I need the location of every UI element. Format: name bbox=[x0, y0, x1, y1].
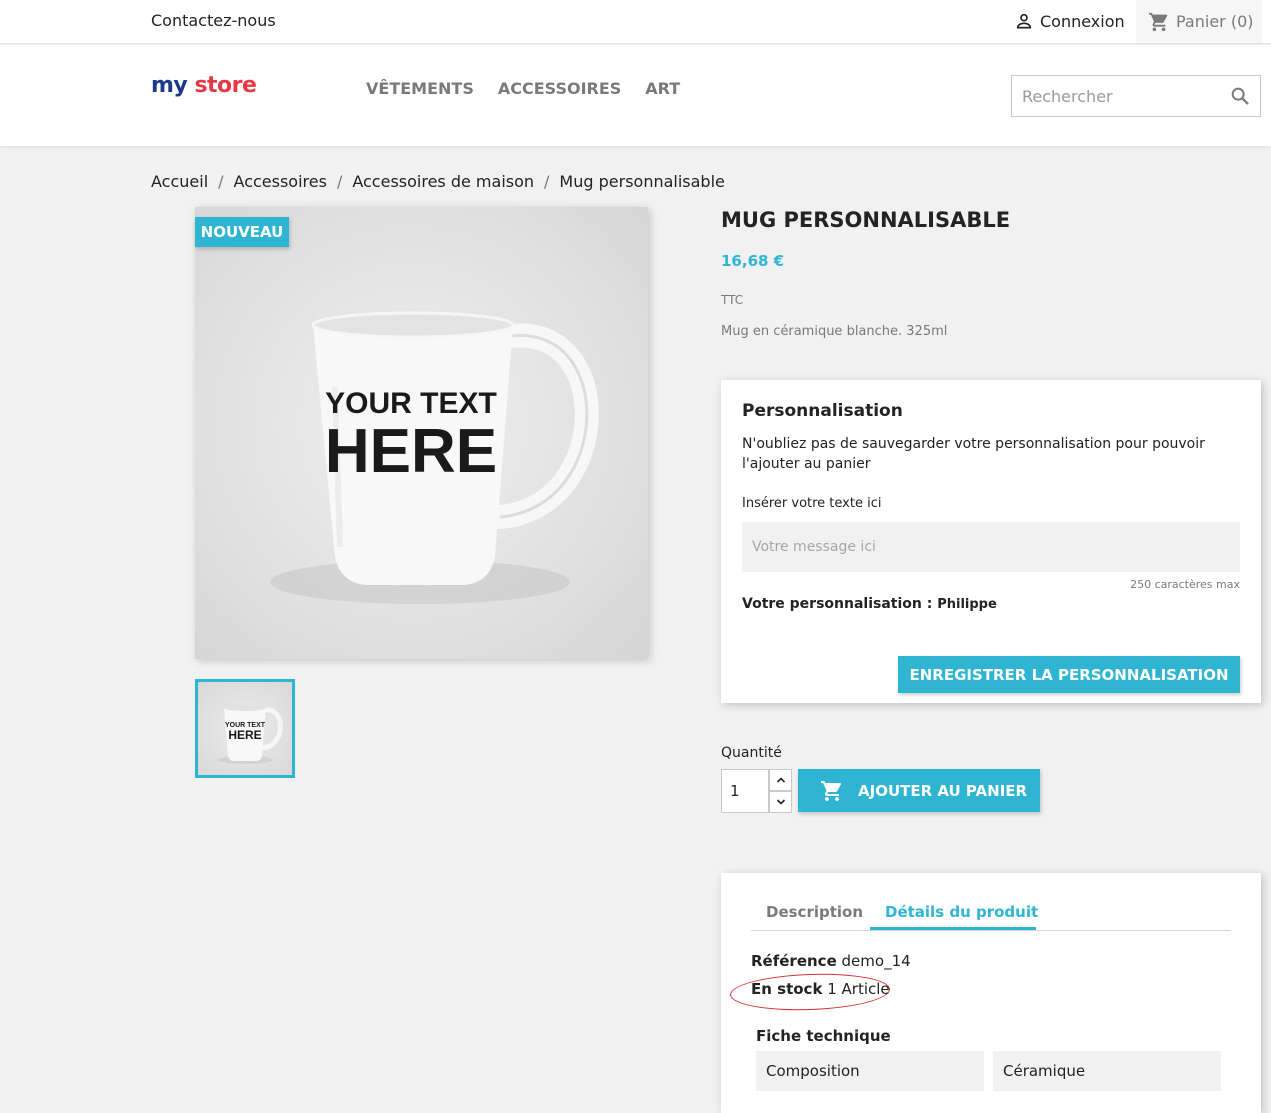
tax-label: TTC bbox=[721, 293, 744, 307]
cart-icon bbox=[821, 780, 841, 801]
customization-title: Personnalisation bbox=[742, 401, 903, 421]
customization-max-chars: 250 caractères max bbox=[1130, 578, 1240, 591]
stock-label: En stock bbox=[751, 980, 823, 998]
breadcrumb-item-accueil[interactable]: Accueil bbox=[151, 172, 208, 191]
search-box bbox=[1011, 75, 1261, 117]
quantity-increment-button[interactable] bbox=[769, 769, 792, 791]
tab-description[interactable]: Description bbox=[766, 903, 863, 921]
product-price: 16,68 € bbox=[721, 252, 785, 270]
customization-text-input[interactable] bbox=[742, 522, 1240, 572]
product-title: MUG PERSONNALISABLE bbox=[721, 208, 1011, 232]
nav-item-accessoires[interactable]: ACCESSOIRES bbox=[498, 79, 621, 98]
customization-card: Personnalisation N'oubliez pas de sauveg… bbox=[721, 380, 1261, 703]
search-input[interactable] bbox=[1012, 76, 1227, 116]
logo-part-store: store bbox=[194, 73, 257, 98]
mug-text-line1: YOUR TEXT bbox=[325, 387, 497, 420]
tab-product-details[interactable]: Détails du produit bbox=[885, 903, 1038, 921]
save-customization-button[interactable]: ENREGISTRER LA PERSONNALISATION bbox=[898, 656, 1240, 693]
quantity-decrement-button[interactable] bbox=[769, 791, 792, 813]
nav-item-art[interactable]: ART bbox=[645, 79, 680, 98]
product-main-image[interactable]: YOUR TEXT HERE bbox=[195, 207, 648, 659]
product-stock: En stock 1 Article bbox=[751, 980, 890, 998]
cart-button[interactable]: Panier (0) bbox=[1136, 0, 1262, 43]
thumb-text-line2: HERE bbox=[228, 728, 261, 742]
customization-saved-value: Philippe bbox=[937, 597, 997, 612]
main-nav: VÊTEMENTS ACCESSOIRES ART bbox=[366, 79, 680, 98]
add-to-cart-button[interactable]: AJOUTER AU PANIER bbox=[798, 769, 1040, 812]
mug-illustration: YOUR TEXT HERE bbox=[270, 311, 599, 604]
contact-link[interactable]: Contactez-nous bbox=[151, 11, 276, 30]
customization-field-label: Insérer votre texte ici bbox=[742, 496, 882, 511]
chevron-up-icon bbox=[776, 777, 785, 783]
quantity-input[interactable] bbox=[721, 769, 769, 813]
login-label: Connexion bbox=[1040, 11, 1125, 31]
product-tabs-card: Description Détails du produit Référence… bbox=[721, 873, 1261, 1113]
active-tab-indicator bbox=[870, 927, 1036, 930]
product-thumbnail[interactable]: YOUR TEXT HERE bbox=[195, 679, 295, 778]
customization-note: N'oubliez pas de sauvegarder votre perso… bbox=[742, 436, 1205, 472]
search-icon[interactable] bbox=[1229, 85, 1251, 107]
datasheet-title: Fiche technique bbox=[756, 1027, 891, 1045]
product-reference: Référence demo_14 bbox=[751, 952, 911, 970]
product-short-description: Mug en céramique blanche. 325ml bbox=[721, 324, 948, 339]
new-badge: NOUVEAU bbox=[195, 217, 289, 247]
nav-item-vetements[interactable]: VÊTEMENTS bbox=[366, 79, 474, 98]
breadcrumb-separator: / bbox=[218, 172, 224, 191]
datasheet-feature-name: Composition bbox=[756, 1051, 984, 1091]
datasheet-feature-value: Céramique bbox=[993, 1051, 1221, 1091]
store-logo[interactable]: my store bbox=[151, 73, 257, 98]
site-header: my store VÊTEMENTS ACCESSOIRES ART bbox=[0, 45, 1271, 146]
reference-label: Référence bbox=[751, 952, 837, 970]
customization-saved: Votre personnalisation : Philippe bbox=[742, 596, 997, 612]
breadcrumb-item-accessoires[interactable]: Accessoires bbox=[234, 172, 327, 191]
top-bar: Contactez-nous Connexion Panier (0) bbox=[0, 0, 1271, 44]
cart-label: Panier (0) bbox=[1176, 12, 1254, 31]
mug-text-line2: HERE bbox=[325, 417, 497, 486]
chevron-down-icon bbox=[776, 799, 785, 805]
reference-value: demo_14 bbox=[841, 952, 911, 970]
mug-thumbnail-illustration: YOUR TEXT HERE bbox=[217, 705, 283, 764]
add-to-cart-label: AJOUTER AU PANIER bbox=[858, 781, 1028, 800]
breadcrumb-separator: / bbox=[336, 172, 343, 191]
stock-value: 1 Article bbox=[827, 980, 890, 998]
customization-saved-label: Votre personnalisation : bbox=[742, 596, 933, 612]
breadcrumb-item-accessoires-maison[interactable]: Accessoires de maison bbox=[352, 172, 534, 191]
logo-part-my: my bbox=[151, 73, 188, 98]
tabs-divider bbox=[751, 930, 1231, 931]
quantity-label: Quantité bbox=[721, 745, 782, 761]
user-icon bbox=[1016, 13, 1032, 29]
breadcrumb: Accueil / Accessoires / Accessoires de m… bbox=[151, 172, 725, 191]
breadcrumb-item-current: Mug personnalisable bbox=[559, 172, 725, 191]
breadcrumb-separator: / bbox=[544, 172, 550, 191]
cart-icon bbox=[1148, 12, 1168, 31]
login-link[interactable]: Connexion bbox=[1014, 10, 1125, 32]
